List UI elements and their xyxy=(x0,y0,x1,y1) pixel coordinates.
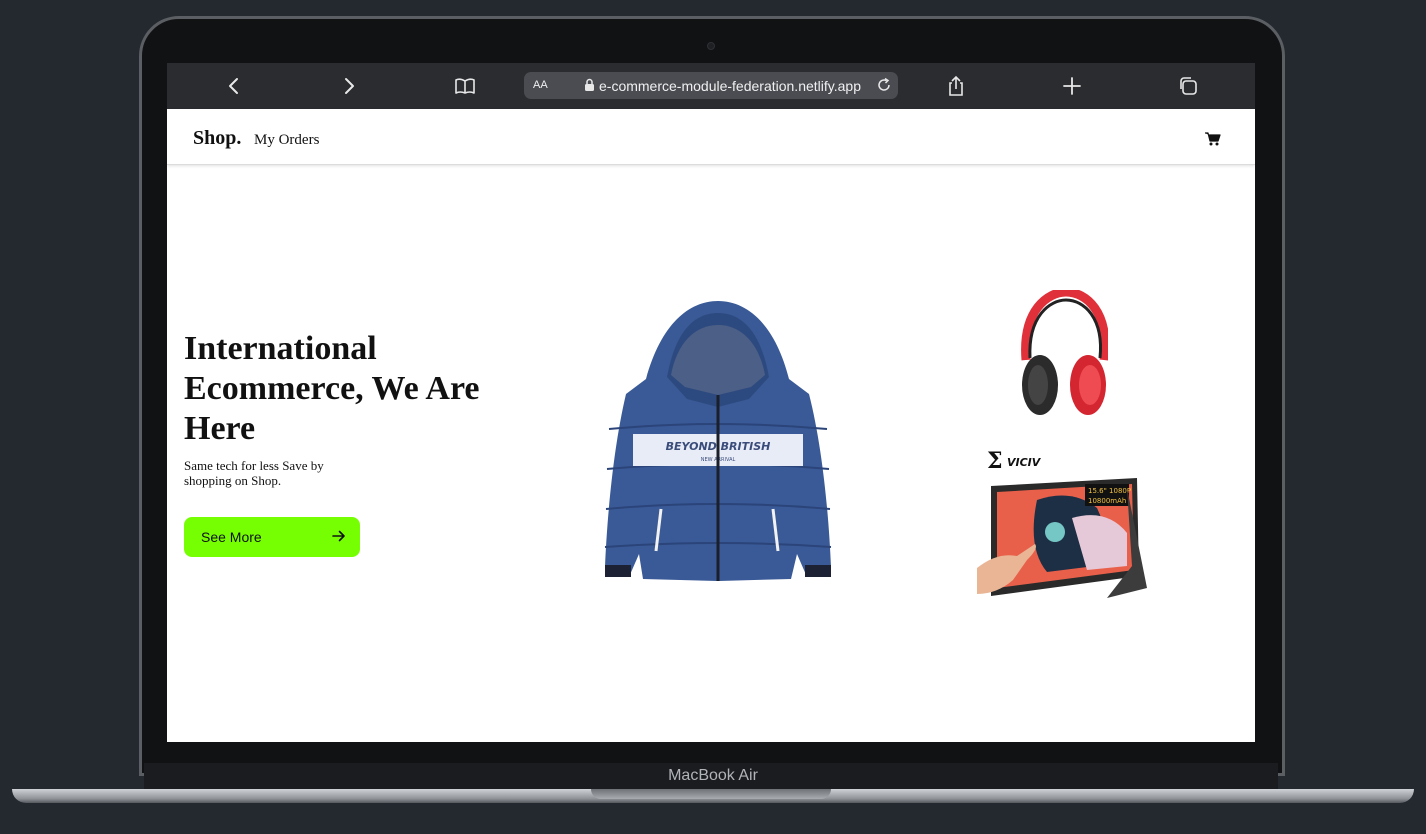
screen: AA e-commerce-module-federation.netlify.… xyxy=(167,63,1255,742)
monitor-badge-line1: 15.6" 1080P xyxy=(1088,487,1131,495)
browser-toolbar: AA e-commerce-module-federation.netlify.… xyxy=(167,63,1255,109)
cart-icon[interactable] xyxy=(1205,132,1221,151)
model-label: MacBook Air xyxy=(668,767,758,784)
url-text: e-commerce-module-federation.netlify.app xyxy=(599,78,861,94)
headphones-image[interactable] xyxy=(1018,290,1108,420)
arrow-right-icon xyxy=(332,529,346,546)
share-icon[interactable] xyxy=(945,75,967,97)
back-icon[interactable] xyxy=(223,75,245,97)
camera xyxy=(707,42,715,50)
sigma-logo-icon: Σ xyxy=(987,448,1003,474)
site-header: Shop. My Orders xyxy=(167,109,1255,165)
lock-icon xyxy=(584,78,595,97)
reload-icon[interactable] xyxy=(876,77,892,98)
reader-icon[interactable] xyxy=(454,75,476,97)
monitor-badge-line2: 10800mAh xyxy=(1088,497,1126,505)
forward-icon[interactable] xyxy=(338,75,360,97)
monitor-image[interactable]: Σ VICIV 15.6" 1080P 10800mAh xyxy=(977,448,1149,610)
see-more-label: See More xyxy=(201,529,262,545)
see-more-button[interactable]: See More xyxy=(184,517,360,557)
address-bar[interactable]: AA e-commerce-module-federation.netlify.… xyxy=(524,72,898,99)
nav-my-orders[interactable]: My Orders xyxy=(254,132,319,149)
logo[interactable]: Shop. xyxy=(193,127,241,150)
laptop-notch xyxy=(591,789,831,799)
text-size-button[interactable]: AA xyxy=(533,79,548,91)
monitor-brand: VICIV xyxy=(1007,456,1042,469)
tabs-icon[interactable] xyxy=(1177,75,1199,97)
new-tab-icon[interactable] xyxy=(1061,75,1083,97)
jacket-image[interactable]: BEYOND BRITISH NEW ARRIVAL xyxy=(601,299,835,585)
hero-subtitle: Same tech for less Save by shopping on S… xyxy=(184,458,324,488)
hero-title: International Ecommerce, We Are Here xyxy=(184,330,480,447)
